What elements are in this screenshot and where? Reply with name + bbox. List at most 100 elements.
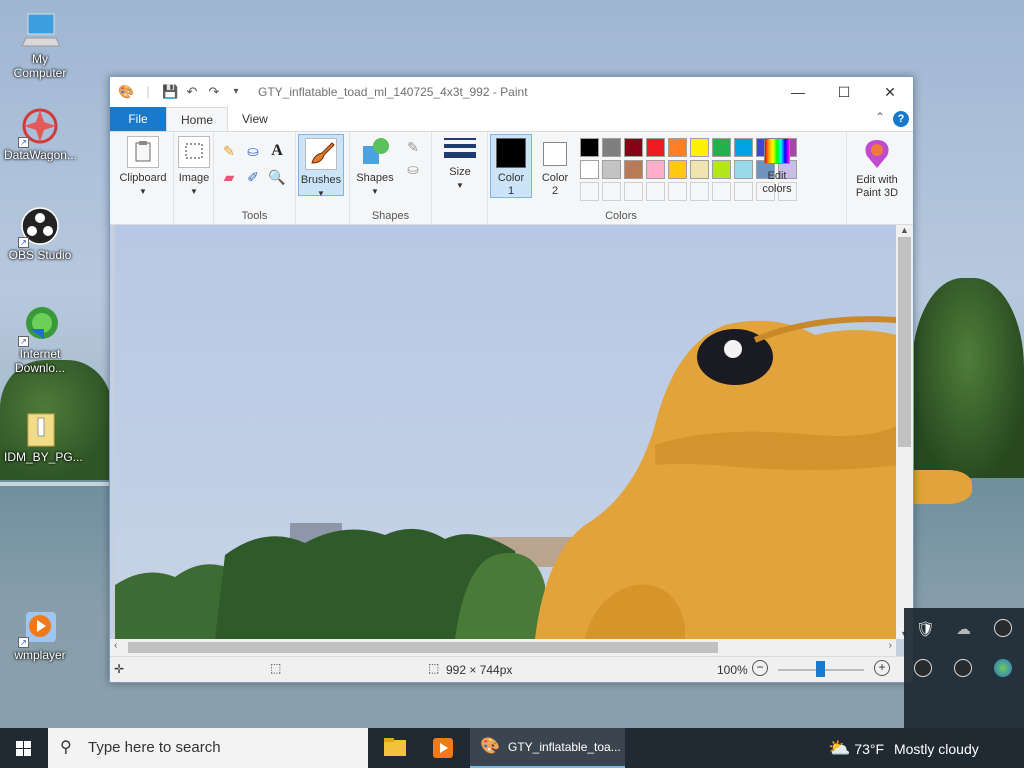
- color-swatch[interactable]: [734, 160, 753, 179]
- taskbar-app-title: GTY_inflatable_toa...: [508, 740, 621, 754]
- outline-icon[interactable]: ✎: [404, 138, 422, 156]
- obs-tray-icon[interactable]: [954, 659, 972, 677]
- color1-button[interactable]: Color 1: [490, 134, 532, 198]
- horizontal-scroll-thumb[interactable]: [128, 642, 718, 653]
- color-swatch[interactable]: [668, 182, 687, 201]
- taskbar-media-player[interactable]: [420, 728, 466, 768]
- shape-fill-icon[interactable]: ⛀: [404, 160, 422, 178]
- cursor-position-icon: ✛: [114, 662, 125, 676]
- weather-widget[interactable]: ⛅ 73°F Mostly cloudy: [828, 728, 998, 768]
- taskbar-file-explorer[interactable]: [372, 728, 418, 768]
- search-icon: ⚲: [60, 739, 72, 756]
- desktop-icon-datawagon[interactable]: ↗ DataWagon...: [4, 106, 77, 162]
- color-swatch[interactable]: [690, 138, 709, 157]
- brushes-button[interactable]: Brushes ▼: [298, 134, 344, 198]
- edit-colors-button[interactable]: Edit colors: [752, 138, 802, 196]
- color-swatch[interactable]: [580, 138, 599, 157]
- tab-home[interactable]: Home: [166, 107, 229, 131]
- desktop-icon-my-computer[interactable]: My Computer: [4, 10, 76, 80]
- edit-paint3d-button[interactable]: Edit with Paint 3D: [849, 138, 905, 200]
- minimize-button[interactable]: —: [775, 77, 821, 107]
- taskbar-paint-app[interactable]: 🎨 GTY_inflatable_toa...: [470, 728, 625, 768]
- search-box[interactable]: ⚲ Type here to search: [48, 728, 368, 768]
- shortcut-arrow-icon: ↗: [18, 336, 29, 347]
- eraser-icon[interactable]: ▰: [220, 168, 238, 186]
- color-swatch[interactable]: [580, 182, 599, 201]
- zoom-in-button[interactable]: +: [874, 660, 890, 676]
- color-swatch[interactable]: [602, 160, 621, 179]
- color-swatch[interactable]: [690, 182, 709, 201]
- color-swatch[interactable]: [668, 138, 687, 157]
- help-icon[interactable]: ?: [893, 111, 909, 127]
- datawagon-icon: ↗: [18, 106, 60, 148]
- zoom-slider-thumb[interactable]: [816, 661, 825, 677]
- onedrive-cloud-icon[interactable]: ☁: [956, 620, 971, 638]
- shapes-button[interactable]: Shapes ▼: [354, 136, 396, 198]
- maximize-button[interactable]: ☐: [821, 77, 867, 107]
- start-button[interactable]: [0, 728, 48, 768]
- color-picker-icon[interactable]: ✐: [244, 168, 262, 186]
- clipboard-icon: [127, 136, 159, 168]
- tab-file[interactable]: File: [110, 107, 166, 131]
- status-bar: ✛ ⬚ ⬚ 992 × 744px 100% − +: [110, 656, 913, 682]
- color-swatch[interactable]: [580, 160, 599, 179]
- zoom-out-button[interactable]: −: [752, 660, 768, 676]
- fill-icon[interactable]: ⛀: [244, 142, 262, 160]
- tab-view[interactable]: View: [228, 107, 282, 131]
- windows-logo-icon: [16, 741, 31, 756]
- color-swatch[interactable]: [646, 138, 665, 157]
- background-toad: [912, 470, 972, 504]
- folder-zip-icon: [20, 408, 60, 448]
- color-swatch[interactable]: [690, 160, 709, 179]
- desktop-icon-label: Internet Downlo...: [14, 347, 66, 375]
- edit-paint3d-label: Edit with Paint 3D: [855, 174, 899, 199]
- scroll-left-icon[interactable]: ‹: [114, 640, 117, 651]
- color-swatch[interactable]: [624, 182, 643, 201]
- window-title: GTY_inflatable_toad_ml_140725_4x3t_992 -…: [258, 85, 528, 99]
- obs-tray-icon[interactable]: [994, 619, 1012, 637]
- color-swatch[interactable]: [646, 182, 665, 201]
- vertical-scroll-thumb[interactable]: [898, 237, 911, 447]
- paint-app-icon[interactable]: 🎨: [118, 84, 134, 100]
- magnifier-icon[interactable]: 🔍: [268, 168, 286, 186]
- canvas-image[interactable]: [115, 225, 897, 639]
- color-swatch[interactable]: [712, 160, 731, 179]
- desktop-icon-wmplayer[interactable]: ↗ wmplayer: [4, 606, 76, 662]
- color-swatch[interactable]: [602, 138, 621, 157]
- scroll-up-icon[interactable]: ▲: [896, 225, 913, 235]
- color-swatch[interactable]: [646, 160, 665, 179]
- scroll-right-icon[interactable]: ›: [889, 640, 892, 651]
- clipboard-button[interactable]: Clipboard ▼: [116, 136, 170, 198]
- desktop-icon-idm-folder[interactable]: IDM_BY_PG...: [4, 408, 83, 464]
- security-shield-icon[interactable]: 🛡: [916, 620, 935, 638]
- desktop-icon-idm[interactable]: ↗ Internet Downlo...: [4, 305, 76, 375]
- color2-button[interactable]: Color 2: [534, 134, 576, 198]
- color-swatch[interactable]: [734, 182, 753, 201]
- desktop-icon-obs[interactable]: ↗ OBS Studio: [4, 206, 76, 262]
- color-swatch[interactable]: [668, 160, 687, 179]
- color-swatch[interactable]: [602, 182, 621, 201]
- dropdown-arrow-icon: ▼: [317, 189, 325, 198]
- close-button[interactable]: ✕: [867, 77, 913, 107]
- text-icon[interactable]: A: [268, 142, 286, 160]
- idm-tray-icon[interactable]: [994, 659, 1012, 677]
- color-swatch[interactable]: [712, 182, 731, 201]
- paint-window: 🎨 | 💾 ↶ ↷ ▾ GTY_inflatable_toad_ml_14072…: [109, 76, 914, 683]
- color-swatch[interactable]: [734, 138, 753, 157]
- color-swatch[interactable]: [624, 138, 643, 157]
- collapse-ribbon-icon[interactable]: ⌃: [875, 110, 885, 124]
- tray-overflow-panel: 🛡 ☁: [904, 608, 1024, 728]
- undo-icon[interactable]: ↶: [184, 84, 200, 100]
- horizontal-scrollbar[interactable]: ‹ ›: [110, 639, 896, 656]
- color-swatch[interactable]: [712, 138, 731, 157]
- save-icon[interactable]: 💾: [162, 84, 178, 100]
- media-player-icon: ↗: [18, 606, 60, 648]
- image-button[interactable]: Image ▼: [176, 136, 212, 198]
- size-button[interactable]: Size ▼: [438, 138, 482, 192]
- customize-qat-icon[interactable]: ▾: [228, 84, 244, 100]
- color-swatch[interactable]: [624, 160, 643, 179]
- pencil-icon[interactable]: ✎: [220, 142, 238, 160]
- vertical-scrollbar[interactable]: ▲ ▼: [896, 225, 913, 639]
- obs-tray-icon[interactable]: [914, 659, 932, 677]
- redo-icon[interactable]: ↷: [206, 84, 222, 100]
